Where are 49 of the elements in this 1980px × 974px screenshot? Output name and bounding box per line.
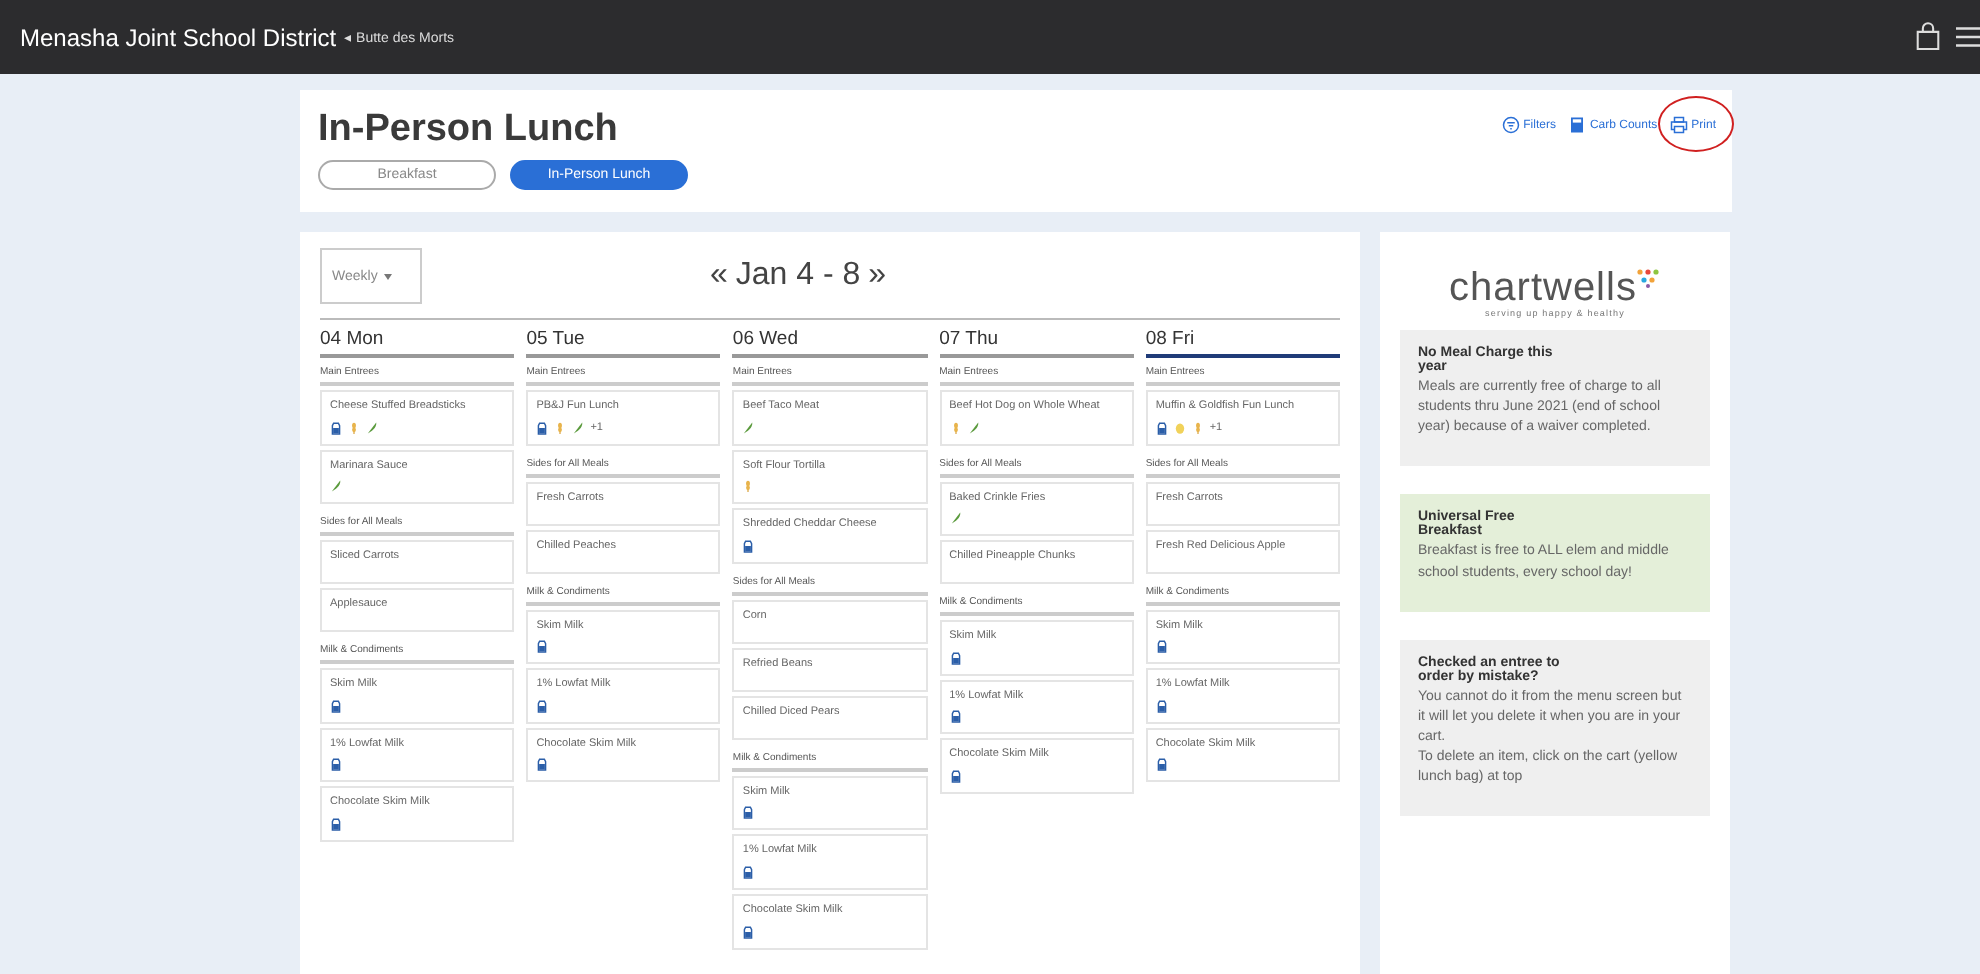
milk-carton-icon [536,756,549,773]
milk-carton-icon [330,419,342,436]
day-header[interactable]: 06 Wed [732,328,928,358]
leaf-icon [572,419,585,436]
page-title: In-Person Lunch [318,108,620,152]
milk-carton-icon [742,804,755,821]
milk-carton-icon [1155,419,1168,436]
milk-carton-icon [330,815,342,832]
wheat-icon [949,419,962,436]
milk-carton-icon [949,767,962,784]
wheat-icon [1191,419,1204,436]
menu-icon[interactable] [1956,26,1980,48]
milk-carton-icon [742,537,755,554]
wheat-icon [554,419,567,436]
calculator-icon [1567,116,1586,134]
wheat-icon [742,478,755,495]
milk-carton-icon [536,419,549,436]
milk-carton-icon [742,863,755,880]
day-header[interactable]: 04 Mon [320,328,515,358]
milk-carton-icon [1155,756,1168,773]
print-icon [1669,116,1688,134]
dots-icon [1636,268,1661,288]
milk-carton-icon [330,697,342,714]
leaf-icon [330,478,342,495]
leaf-icon [366,419,378,436]
milk-carton-icon [1155,697,1168,714]
day-header[interactable]: 08 Fri [1145,328,1341,358]
district-name: Menasha Joint School District [20,23,337,51]
day-header[interactable]: 07 Thu [939,328,1134,358]
leaf-icon [949,510,962,527]
milk-carton-icon [536,638,549,655]
next-week-button[interactable]: » [868,258,887,294]
leaf-icon [742,419,755,436]
caret-icon [383,273,392,279]
milk-carton-icon [742,923,755,940]
brand-logo: chartwells [1449,268,1637,308]
milk-carton-icon [949,649,962,666]
milk-carton-icon [536,697,549,714]
milk-carton-icon [949,708,962,725]
previous-week-button[interactable]: « [710,258,728,294]
wheat-icon [348,419,360,436]
leaf-icon [967,419,980,436]
filter-icon [1501,116,1520,134]
milk-carton-icon [1155,638,1168,655]
egg-icon [1173,419,1186,436]
bag-icon[interactable] [1916,22,1940,52]
day-header[interactable]: 05 Tue [526,328,721,358]
date-range: Jan 4 - 8 [735,258,861,294]
milk-carton-icon [330,756,342,773]
